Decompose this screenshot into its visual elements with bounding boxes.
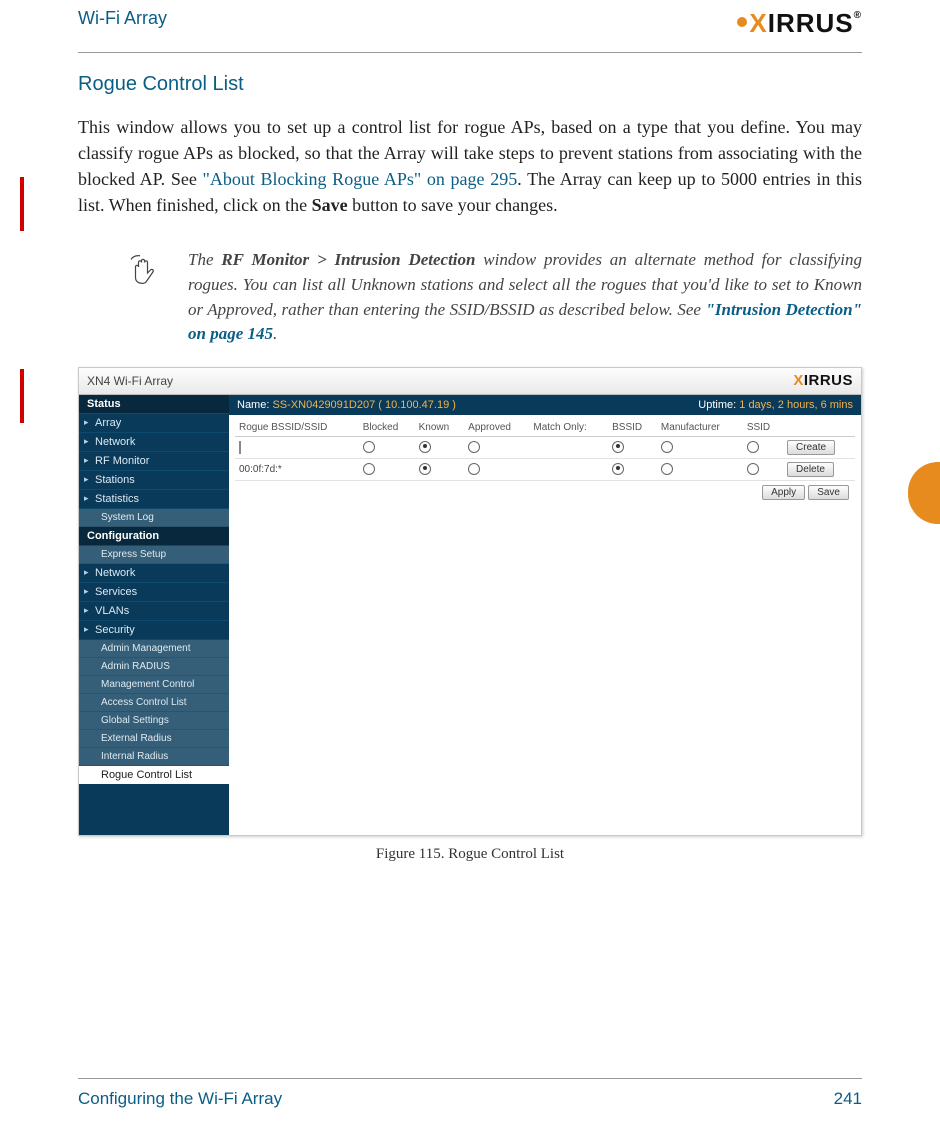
nav-heading-status: Status xyxy=(79,395,229,414)
radio-blocked[interactable] xyxy=(363,441,375,453)
save-button[interactable]: Save xyxy=(808,485,849,500)
col-ssid: SSID xyxy=(743,419,783,437)
hand-note-icon xyxy=(128,248,168,347)
rogue-table: Rogue BSSID/SSID Blocked Known Approved … xyxy=(235,419,855,481)
nav-sub-access-control-list[interactable]: Access Control List xyxy=(79,694,229,712)
page-footer: Configuring the Wi-Fi Array 241 xyxy=(78,1078,862,1109)
change-bar xyxy=(20,177,24,231)
window-title: XN4 Wi-Fi Array xyxy=(87,374,173,388)
nav-sub-global-settings[interactable]: Global Settings xyxy=(79,712,229,730)
footer-page-number: 241 xyxy=(834,1089,862,1109)
status-bar: Name: SS-XN0429091D207 ( 10.100.47.19 ) … xyxy=(229,395,861,415)
name-label: Name: xyxy=(237,399,269,411)
radio-match-manufacturer[interactable] xyxy=(661,463,673,475)
nav-sub-system-log[interactable]: System Log xyxy=(79,509,229,527)
note-text: The RF Monitor > Intrusion Detection win… xyxy=(188,248,862,347)
note-block: The RF Monitor > Intrusion Detection win… xyxy=(128,248,862,347)
table-row: Create xyxy=(235,436,855,458)
nav-sub-admin-radius[interactable]: Admin RADIUS xyxy=(79,658,229,676)
nav-sub-admin-management[interactable]: Admin Management xyxy=(79,640,229,658)
table-row: 00:0f:7d:* Delete xyxy=(235,458,855,480)
brand-logo-small: XIRRUS xyxy=(793,372,853,389)
crossref-link[interactable]: "About Blocking Rogue APs" on page 295 xyxy=(203,169,518,189)
radio-known[interactable] xyxy=(419,463,431,475)
name-value: SS-XN0429091D207 ( 10.100.47.19 ) xyxy=(272,399,455,411)
radio-match-ssid[interactable] xyxy=(747,441,759,453)
bssid-input[interactable] xyxy=(239,441,241,454)
page-header: Wi-Fi Array XIRRUS® xyxy=(78,0,862,53)
main-panel: Name: SS-XN0429091D207 ( 10.100.47.19 ) … xyxy=(229,395,861,835)
col-bssid-ssid: Rogue BSSID/SSID xyxy=(235,419,359,437)
nav-item-stations[interactable]: Stations xyxy=(79,471,229,490)
nav-item-statistics[interactable]: Statistics xyxy=(79,490,229,509)
col-manufacturer: Manufacturer xyxy=(657,419,743,437)
nav-current-rogue-control-list[interactable]: Rogue Control List xyxy=(79,766,229,784)
col-bssid: BSSID xyxy=(608,419,657,437)
nav-item-network[interactable]: Network xyxy=(79,433,229,452)
radio-approved[interactable] xyxy=(468,463,480,475)
delete-button[interactable]: Delete xyxy=(787,462,834,477)
figure-caption: Figure 115. Rogue Control List xyxy=(78,846,862,863)
bssid-cell: 00:0f:7d:* xyxy=(235,458,359,480)
uptime-value: 1 days, 2 hours, 6 mins xyxy=(739,399,853,411)
apply-button[interactable]: Apply xyxy=(762,485,805,500)
embedded-screenshot: XN4 Wi-Fi Array XIRRUS Status Array Netw… xyxy=(78,367,862,836)
nav-item-network-cfg[interactable]: Network xyxy=(79,564,229,583)
nav-item-rf-monitor[interactable]: RF Monitor xyxy=(79,452,229,471)
nav-item-vlans[interactable]: VLANs xyxy=(79,602,229,621)
radio-match-bssid[interactable] xyxy=(612,463,624,475)
footer-section: Configuring the Wi-Fi Array xyxy=(78,1089,282,1109)
left-nav: Status Array Network RF Monitor Stations… xyxy=(79,395,229,835)
uptime-label: Uptime: xyxy=(698,399,736,411)
radio-approved[interactable] xyxy=(468,441,480,453)
create-button[interactable]: Create xyxy=(787,440,835,455)
nav-item-security[interactable]: Security xyxy=(79,621,229,640)
nav-sub-internal-radius[interactable]: Internal Radius xyxy=(79,748,229,766)
col-known: Known xyxy=(415,419,465,437)
change-bar xyxy=(20,369,24,423)
nav-sub-management-control[interactable]: Management Control xyxy=(79,676,229,694)
radio-match-bssid[interactable] xyxy=(612,441,624,453)
body-paragraph: This window allows you to set up a contr… xyxy=(78,114,862,218)
save-keyword: Save xyxy=(312,195,348,215)
nav-sub-external-radius[interactable]: External Radius xyxy=(79,730,229,748)
col-blocked: Blocked xyxy=(359,419,415,437)
col-approved: Approved xyxy=(464,419,529,437)
nav-sub-express-setup[interactable]: Express Setup xyxy=(79,546,229,564)
product-line: Wi-Fi Array xyxy=(78,8,167,29)
window-titlebar: XN4 Wi-Fi Array XIRRUS xyxy=(79,368,861,395)
radio-known[interactable] xyxy=(419,441,431,453)
side-tab-icon xyxy=(908,462,940,524)
col-match-only: Match Only: xyxy=(529,419,608,437)
nav-heading-configuration: Configuration xyxy=(79,527,229,546)
nav-item-services[interactable]: Services xyxy=(79,583,229,602)
radio-blocked[interactable] xyxy=(363,463,375,475)
section-heading: Rogue Control List xyxy=(78,73,862,96)
radio-match-ssid[interactable] xyxy=(747,463,759,475)
brand-logo: XIRRUS® xyxy=(737,8,862,39)
radio-match-manufacturer[interactable] xyxy=(661,441,673,453)
nav-item-array[interactable]: Array xyxy=(79,414,229,433)
